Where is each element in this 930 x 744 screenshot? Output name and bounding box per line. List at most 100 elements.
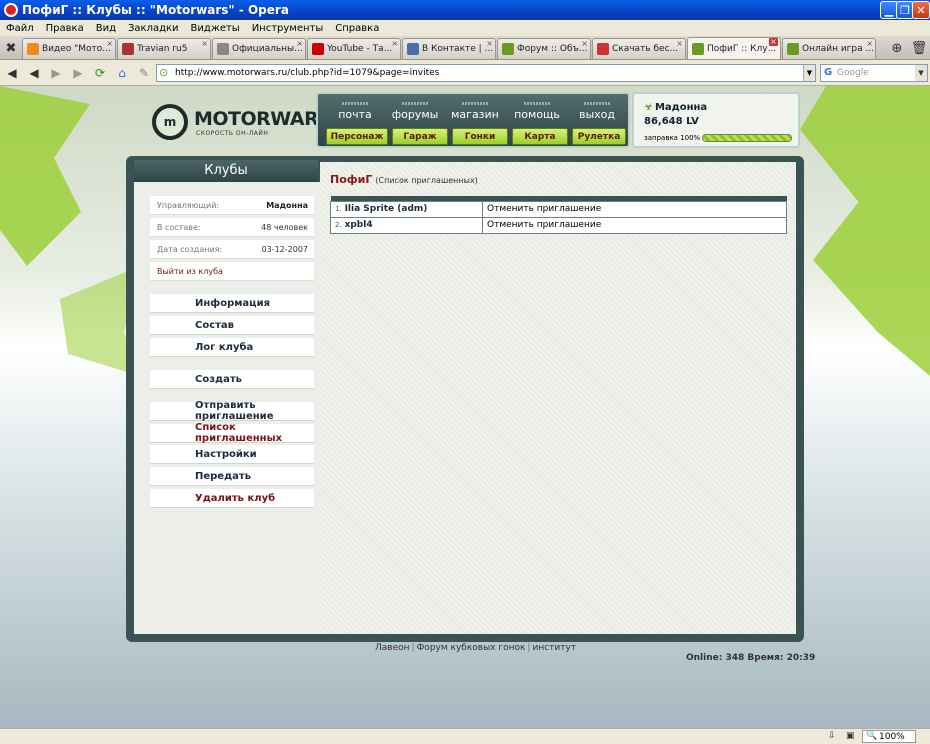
cancel-invite-link[interactable]: Отменить приглашение bbox=[482, 200, 787, 218]
close-button[interactable]: ✕ bbox=[912, 1, 930, 19]
nav-help[interactable]: помощь bbox=[508, 102, 566, 121]
menu-edit[interactable]: Правка bbox=[40, 23, 90, 34]
trash-icon[interactable]: 🗑 bbox=[908, 37, 930, 59]
club-sidebar: Управляющий: Мадонна В составе: 48 челов… bbox=[134, 182, 320, 634]
user-money: 86,648 LV bbox=[644, 116, 699, 127]
delete-club-button[interactable]: Удалить клуб bbox=[150, 489, 314, 508]
invite-list-button[interactable]: Список приглашенных bbox=[150, 422, 314, 444]
search-placeholder: Google bbox=[837, 68, 869, 78]
address-field[interactable]: ⊙ http://www.motorwars.ru/club.php?id=10… bbox=[156, 64, 816, 82]
back-button[interactable]: ◀ bbox=[24, 63, 44, 83]
tab-label: ПофиГ :: Клу... bbox=[707, 43, 777, 54]
tab-close-icon[interactable]: × bbox=[866, 39, 873, 48]
menu-file[interactable]: Файл bbox=[0, 23, 40, 34]
motorwars-logo-icon: m bbox=[152, 104, 188, 140]
zoom-control[interactable]: 🔍 100% bbox=[862, 730, 916, 743]
info-value: 03-12-2007 bbox=[261, 244, 309, 254]
security-icon[interactable]: ⇩ bbox=[828, 731, 836, 741]
tab-close-icon[interactable]: × bbox=[201, 39, 208, 48]
footer-link[interactable]: Форум кубковых гонок bbox=[417, 643, 526, 653]
tab-favicon-icon bbox=[597, 43, 609, 55]
races-button[interactable]: Гонки bbox=[452, 128, 508, 145]
send-invite-button[interactable]: Отправить приглашение bbox=[150, 400, 314, 422]
tab-close-icon[interactable]: × bbox=[676, 39, 683, 48]
tab-5[interactable]: Форум :: Объ... × bbox=[497, 38, 591, 59]
invitee-link[interactable]: xpbl4 bbox=[345, 220, 373, 230]
info-label: Управляющий: bbox=[157, 200, 220, 210]
nav-mail[interactable]: почта bbox=[326, 102, 384, 121]
search-field[interactable]: G Google ▼ bbox=[820, 64, 928, 82]
menu-widgets[interactable]: Виджеты bbox=[185, 23, 246, 34]
username[interactable]: Мадонна bbox=[655, 102, 707, 113]
reload-icon[interactable]: ⟳ bbox=[90, 63, 110, 83]
map-button[interactable]: Карта bbox=[512, 128, 568, 145]
footer-link[interactable]: институт bbox=[532, 643, 576, 653]
tab-favicon-icon bbox=[217, 43, 229, 55]
url-dropdown-icon[interactable]: ▼ bbox=[803, 65, 815, 81]
fast-forward-icon[interactable]: ▶ bbox=[68, 63, 88, 83]
tab-close-icon[interactable]: × bbox=[769, 38, 778, 46]
new-tab-icon[interactable]: ⊕ bbox=[886, 37, 908, 59]
tab-favicon-icon bbox=[312, 43, 324, 55]
info-value: 48 человек bbox=[261, 222, 308, 232]
transfer-button[interactable]: Передать bbox=[150, 467, 314, 486]
leave-club-link[interactable]: Выйти из клуба bbox=[150, 262, 314, 281]
tab-label: Скачать бес... bbox=[612, 44, 679, 54]
tab-3[interactable]: YouTube - Та... × bbox=[307, 38, 401, 59]
tab-close-icon[interactable]: × bbox=[106, 39, 113, 48]
members-button[interactable]: Состав bbox=[150, 316, 314, 335]
tab-close-icon[interactable]: × bbox=[486, 39, 493, 48]
table-row: 1. Ilia Sprite (adm) Отменить приглашени… bbox=[330, 200, 787, 218]
tab-6[interactable]: Скачать бес... × bbox=[592, 38, 686, 59]
info-button[interactable]: Информация bbox=[150, 294, 314, 313]
club-log-button[interactable]: Лог клуба bbox=[150, 338, 314, 357]
info-label: Дата создания: bbox=[157, 244, 223, 254]
tab-8[interactable]: Онлайн игра ... × bbox=[782, 38, 876, 59]
invite-name-cell: 2. xpbl4 bbox=[330, 216, 483, 234]
forward-button[interactable]: ▶ bbox=[46, 63, 66, 83]
cancel-invite-link[interactable]: Отменить приглашение bbox=[482, 216, 787, 234]
settings-button[interactable]: Настройки bbox=[150, 445, 314, 464]
create-button[interactable]: Создать bbox=[150, 370, 314, 389]
menu-help[interactable]: Справка bbox=[329, 23, 385, 34]
tab-1[interactable]: Travian ru5 × bbox=[117, 38, 211, 59]
footer-link[interactable]: Лавеон bbox=[375, 643, 410, 653]
tab-label: YouTube - Та... bbox=[327, 44, 393, 54]
invitee-link[interactable]: Ilia Sprite (adm) bbox=[345, 204, 428, 214]
fuel-bar bbox=[702, 134, 792, 142]
tab-close-icon[interactable]: × bbox=[391, 39, 398, 48]
nav-logout[interactable]: выход bbox=[568, 102, 626, 121]
search-dropdown-icon[interactable]: ▼ bbox=[915, 65, 927, 81]
edit-icon[interactable]: ✎ bbox=[134, 63, 154, 83]
view-icon[interactable]: ▣ bbox=[846, 731, 855, 741]
google-icon: G bbox=[824, 67, 833, 78]
menu-bookmarks[interactable]: Закладки bbox=[122, 23, 185, 34]
info-members: В составе: 48 человек bbox=[150, 218, 314, 237]
back-icon[interactable]: ◀ bbox=[2, 63, 22, 83]
footer-separator: | bbox=[527, 643, 531, 653]
nav-forums[interactable]: форумы bbox=[386, 102, 444, 121]
menu-bar: Файл Правка Вид Закладки Виджеты Инструм… bbox=[0, 20, 930, 36]
nav-shop[interactable]: магазин bbox=[446, 102, 504, 121]
character-button[interactable]: Персонаж bbox=[326, 128, 388, 145]
home-icon[interactable]: ⌂ bbox=[112, 63, 132, 83]
page-title: ПофиГ (Список приглашенных) bbox=[330, 173, 478, 186]
tab-close-icon[interactable]: × bbox=[581, 39, 588, 48]
zoom-value: 100% bbox=[879, 731, 905, 742]
decor-splash bbox=[0, 86, 90, 266]
fuel-label: заправка 100% bbox=[644, 134, 701, 142]
menu-tools[interactable]: Инструменты bbox=[246, 23, 330, 34]
menu-view[interactable]: Вид bbox=[90, 23, 122, 34]
invites-table: 1. Ilia Sprite (adm) Отменить приглашени… bbox=[330, 196, 787, 234]
tab-favicon-icon bbox=[122, 43, 134, 55]
tab-4[interactable]: В Контакте | ... × bbox=[402, 38, 496, 59]
tab-2[interactable]: Официальны... × bbox=[212, 38, 306, 59]
tools-icon[interactable]: ✖ bbox=[0, 37, 22, 59]
tab-bar: ✖ Видео "Мото... × Travian ru5 × Официальны.… bbox=[0, 36, 930, 60]
garage-button[interactable]: Гараж bbox=[392, 128, 448, 145]
tab-7[interactable]: ПофиГ :: Клу... × bbox=[687, 37, 781, 59]
roulette-button[interactable]: Рулетка bbox=[572, 128, 626, 145]
tab-close-icon[interactable]: × bbox=[296, 39, 303, 48]
tab-0[interactable]: Видео "Мото... × bbox=[22, 38, 116, 59]
info-value[interactable]: Мадонна bbox=[266, 201, 308, 210]
